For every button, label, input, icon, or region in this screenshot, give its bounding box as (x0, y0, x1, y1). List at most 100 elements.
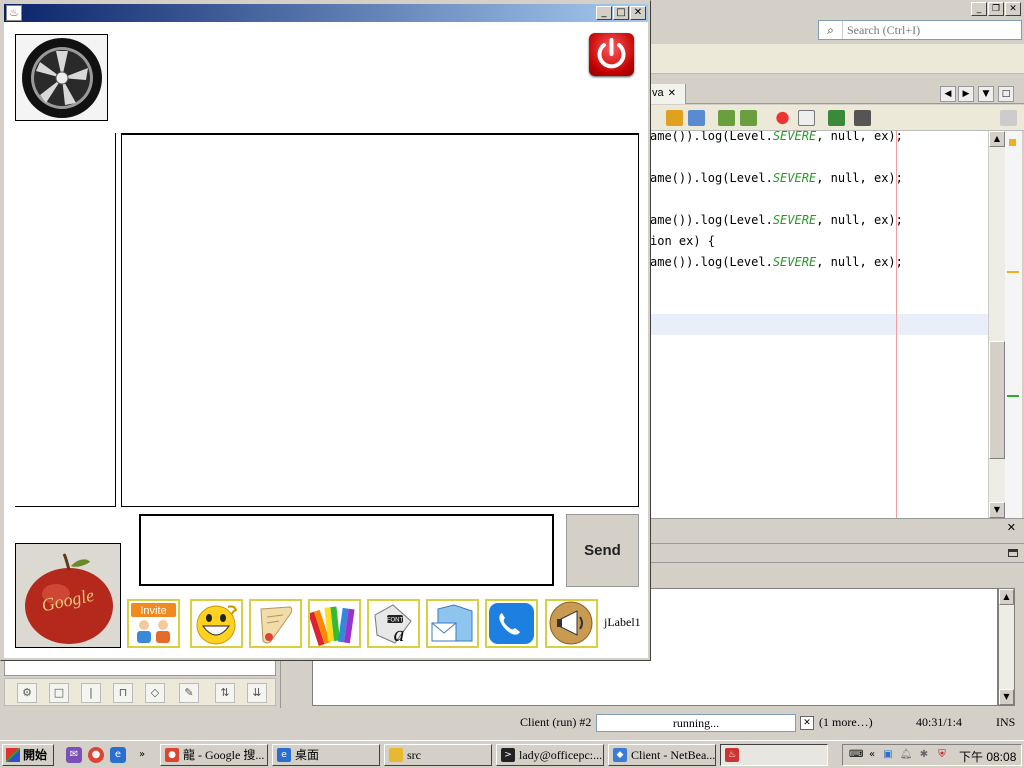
taskbar-task-terminal[interactable]: > lady@officepc:... (496, 744, 604, 766)
close-tab-icon[interactable]: ✕ (668, 88, 676, 99)
chat-message-area[interactable] (121, 133, 639, 507)
sort-icon[interactable]: ⇅ (215, 683, 235, 703)
invite-button[interactable]: Invite (127, 599, 180, 648)
phone-icon (489, 603, 534, 644)
code-editor[interactable]: ame()).log(Level.SEVERE, null, ex); ame(… (650, 131, 988, 518)
tray-expand-icon[interactable]: « (865, 748, 879, 762)
scroll-up-icon[interactable]: ▲ (999, 589, 1014, 605)
broadcast-button[interactable] (545, 599, 598, 648)
shift-right-icon[interactable] (740, 110, 757, 126)
warning-marker[interactable] (1009, 139, 1016, 146)
code-line: ame()).log(Level.SEVERE, null, ex); (650, 171, 903, 185)
close-panel-icon[interactable]: ✕ (1007, 521, 1016, 534)
run-progress-bar[interactable]: running... (596, 714, 796, 732)
emoticon-button[interactable] (190, 599, 243, 648)
uncomment-icon[interactable] (854, 110, 871, 126)
notification-bell-icon[interactable]: 🔔︎ (899, 748, 913, 762)
warning-marker[interactable] (1007, 271, 1019, 273)
output-scrollbar[interactable]: ▲ ▼ (998, 588, 1015, 706)
palette-group-icon[interactable]: ⚙ (17, 683, 37, 703)
ide-search-input[interactable]: ⌕ Search (Ctrl+I) (818, 20, 1022, 40)
cancel-task-icon[interactable]: ✕ (800, 716, 814, 730)
search-icon[interactable]: ⌕ (819, 21, 843, 39)
scroll-button[interactable] (249, 599, 302, 648)
settings-icon[interactable]: ✱ (917, 748, 931, 762)
ide-status-bar: Client (run) #2 running... ✕ (1 more…) 4… (0, 712, 1024, 734)
find-next-icon[interactable] (688, 110, 705, 126)
palette-panel-icon[interactable]: □ (49, 683, 69, 703)
tab-scroll-right-icon[interactable]: ▶ (958, 86, 974, 102)
ide-toolbar-band (650, 44, 1024, 74)
taskbar-task-src[interactable]: src (384, 744, 492, 766)
netbeans-icon: ◆ (613, 748, 627, 762)
tab-list-icon[interactable]: ▼ (978, 86, 994, 102)
stop-macro-icon[interactable] (798, 110, 815, 126)
ide-title-bar: _ ❐ ✕ (650, 0, 1024, 18)
color-button[interactable] (308, 599, 361, 648)
ide-restore-button[interactable]: ❐ (988, 2, 1004, 16)
scroll-thumb[interactable] (989, 341, 1005, 459)
send-button[interactable]: Send (566, 514, 639, 587)
online-user-list[interactable] (15, 133, 116, 507)
ide-minimize-button[interactable]: _ (971, 2, 987, 16)
font-button[interactable]: FONT a (367, 599, 420, 648)
network-icon[interactable]: ▣ (881, 748, 895, 762)
code-line: ion ex) { (650, 234, 716, 248)
sort-desc-icon[interactable]: ⇊ (247, 683, 267, 703)
scroll-up-icon[interactable]: ▲ (989, 131, 1005, 147)
apple-icon: Google (16, 544, 120, 647)
palette-edit-icon[interactable]: ✎ (179, 683, 199, 703)
user-avatar-wheel[interactable] (15, 34, 108, 121)
scroll-down-icon[interactable]: ▼ (989, 502, 1005, 518)
taskbar-task-netbeans[interactable]: ◆ Client - NetBea... (608, 744, 716, 766)
close-button[interactable]: ✕ (630, 6, 646, 20)
maximize-button[interactable]: □ (613, 6, 629, 20)
editor-vertical-scrollbar[interactable]: ▲ ▼ (988, 131, 1005, 518)
keyboard-icon[interactable]: ⌨ (849, 748, 863, 762)
windows-logo-icon (6, 748, 20, 762)
logout-button[interactable] (589, 33, 634, 76)
chat-content-pane: Send Google Invite FONT a jLabel1 (4, 22, 648, 658)
palette-shapes-icon[interactable]: ◇ (145, 683, 165, 703)
tab-scroll-left-icon[interactable]: ◀ (940, 86, 956, 102)
ide-close-button[interactable]: ✕ (1005, 2, 1021, 16)
start-label: 開始 (23, 748, 48, 762)
send-file-button[interactable] (426, 599, 479, 648)
chrome-icon[interactable]: ● (88, 747, 104, 763)
chat-client-window: ♨ _ □ ✕ Send Google Invite FONT a jLabel… (0, 0, 651, 661)
clock[interactable]: 下午 08:08 (959, 748, 1016, 765)
output-tab-bar (650, 543, 1024, 563)
palette-lock-icon[interactable]: ⊓ (113, 683, 133, 703)
my-avatar-apple[interactable]: Google (15, 543, 121, 648)
ie-icon[interactable]: e (110, 747, 126, 763)
code-line: ame()).log(Level.SEVERE, null, ex); (650, 131, 903, 143)
taskbar-task-java-client[interactable]: ♨ (720, 744, 828, 766)
chat-title-bar[interactable]: ♨ _ □ ✕ (4, 4, 648, 22)
minimize-panel-icon[interactable] (1008, 549, 1018, 557)
taskbar-task-chrome[interactable]: ● 龍 - Google 搜... (160, 744, 268, 766)
shift-left-icon[interactable] (718, 110, 735, 126)
record-macro-icon[interactable] (774, 110, 791, 126)
power-icon (597, 38, 626, 69)
find-previous-icon[interactable] (666, 110, 683, 126)
palette-separator-icon[interactable]: | (81, 683, 101, 703)
java-app-icon[interactable]: ♨ (6, 5, 22, 21)
comment-icon[interactable] (828, 110, 845, 126)
maximize-editor-icon[interactable]: □ (998, 86, 1014, 102)
mail-icon[interactable]: ✉ (66, 747, 82, 763)
split-icon[interactable] (1000, 110, 1017, 126)
minimize-button[interactable]: _ (596, 6, 612, 20)
quicklaunch-more-icon[interactable]: » (134, 747, 150, 763)
taskbar-task-desktop[interactable]: e 桌面 (272, 744, 380, 766)
message-input[interactable] (139, 514, 554, 586)
color-palette-icon (310, 606, 355, 646)
scroll-down-icon[interactable]: ▼ (999, 689, 1014, 705)
voice-call-button[interactable] (485, 599, 538, 648)
smiley-icon (196, 605, 238, 645)
start-button[interactable]: 開始 (2, 744, 54, 766)
more-tasks-link[interactable]: (1 more…) (819, 715, 873, 730)
java-icon: ♨ (725, 748, 739, 762)
editor-tab[interactable]: va ✕ (650, 84, 686, 104)
bookmark-marker[interactable] (1007, 395, 1019, 397)
security-shield-icon[interactable]: ⛨ (935, 748, 949, 762)
